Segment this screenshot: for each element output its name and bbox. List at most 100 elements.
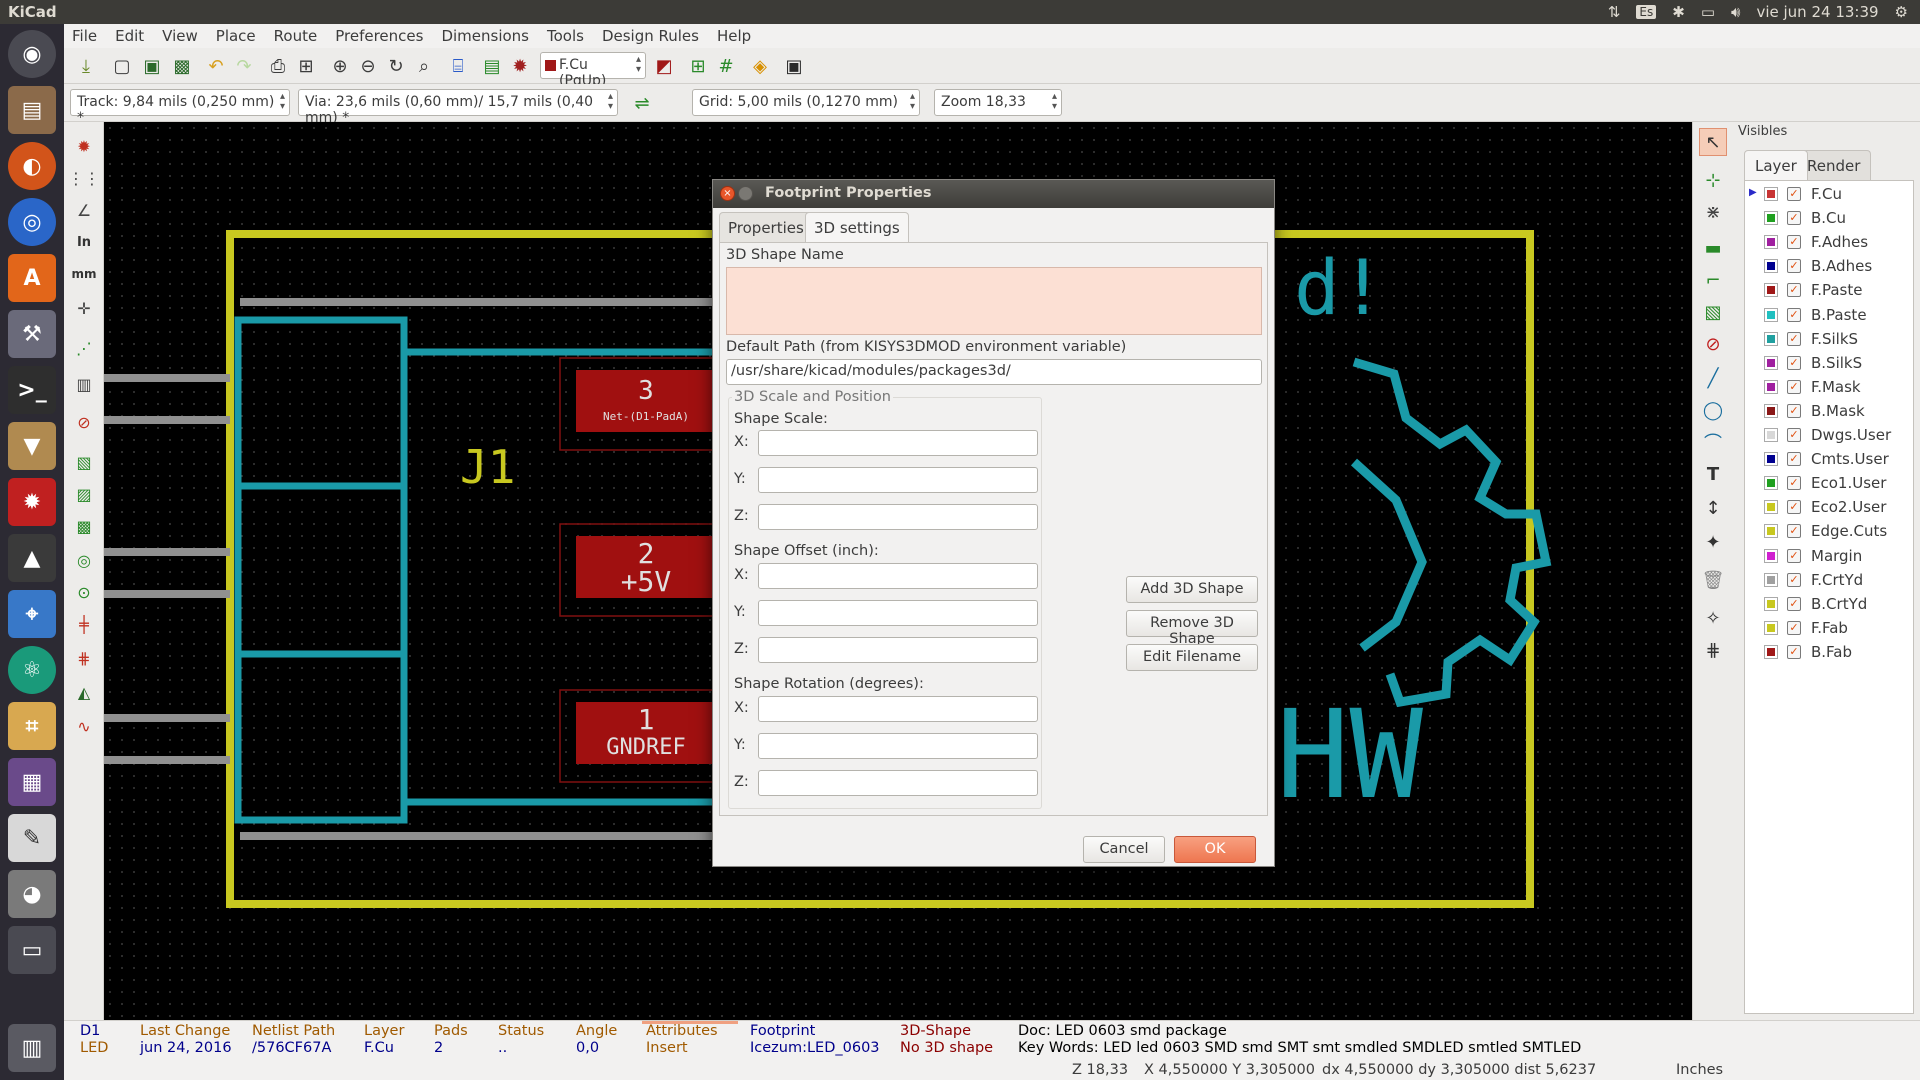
layer-row[interactable]: ✓ Eco1.User [1745,472,1886,494]
default-path-field[interactable]: /usr/share/kicad/modules/packages3d/ [726,359,1262,385]
add-arc-icon[interactable]: ⌒ [1699,428,1727,456]
layer-visibility-checkbox[interactable]: ✓ [1787,187,1801,201]
archive-icon[interactable]: ▼ [8,422,56,470]
library-editor-icon[interactable]: ▣ [138,52,166,80]
layer-visibility-checkbox[interactable]: ✓ [1787,211,1801,226]
layer-visibility-checkbox[interactable]: ✓ [1787,548,1801,563]
trash-icon[interactable]: ▥ [8,1024,56,1072]
remove-3d-shape-button[interactable]: Remove 3D Shape [1126,610,1258,647]
layer-visibility-checkbox[interactable]: ✓ [1787,428,1801,442]
page-settings-icon[interactable]: ▢ [108,52,136,80]
layer-visibility-checkbox[interactable]: ✓ [1787,596,1801,611]
rotation-z-field[interactable] [758,770,1038,796]
layer-color-swatch[interactable] [1764,355,1778,370]
layer-color-swatch[interactable] [1764,548,1778,563]
menu-place[interactable]: Place [216,27,256,45]
layer-visibility-checkbox[interactable]: ✓ [1787,620,1801,635]
kicad-pcbnew-icon[interactable]: ⌗ [8,702,56,750]
layer-color-swatch[interactable] [1764,307,1778,322]
layer-color-swatch[interactable] [1764,187,1778,201]
layer-row[interactable]: ✓ F.Paste [1745,279,1862,301]
layer-row[interactable]: ✓ F.Fab [1745,617,1848,639]
layer-color-swatch[interactable] [1764,379,1778,394]
select-tool-icon[interactable]: ↖ [1699,128,1727,156]
layer-color-swatch[interactable] [1764,403,1778,418]
layer-visibility-checkbox[interactable]: ✓ [1787,524,1801,539]
volume-icon[interactable]: 🔊︎ [1731,3,1740,21]
add-footprint-icon[interactable]: ▬ [1699,234,1727,262]
zone-fill-icon[interactable]: ▩ [70,512,98,540]
microwave-icon[interactable]: ◈ [746,52,774,80]
layer-color-swatch[interactable] [1764,428,1778,442]
rotation-y-field[interactable] [758,733,1038,759]
zoom-in-icon[interactable]: ⊕ [326,52,354,80]
undo-icon[interactable]: ↶ [202,52,230,80]
route-track-icon[interactable]: ⌐ [1699,266,1727,294]
text-editor-icon[interactable]: ✎ [8,814,56,862]
firefox-icon[interactable]: ◐ [8,142,56,190]
layer-color-swatch[interactable] [1764,283,1778,298]
menu-view[interactable]: View [162,27,198,45]
units-mm-icon[interactable]: mm [70,260,98,288]
shape-name-list[interactable] [726,267,1262,335]
layer-row[interactable]: ✓ Dwgs.User [1745,424,1891,446]
zoom-fit-icon[interactable]: ⌕ [410,52,438,80]
auto-delete-track-icon[interactable]: ⊘ [70,408,98,436]
layer-visibility-checkbox[interactable]: ✓ [1787,403,1801,418]
config-icon[interactable]: ✹ [8,478,56,526]
autoroute-icon[interactable]: # [712,52,740,80]
microwave-tools-icon[interactable]: ∿ [70,712,98,740]
print-icon[interactable]: ⎙ [264,52,292,80]
zoom-out-icon[interactable]: ⊖ [354,52,382,80]
layer-visibility-checkbox[interactable]: ✓ [1787,307,1801,322]
layer-color-swatch[interactable] [1764,452,1778,467]
clock[interactable]: vie jun 24 13:39 [1756,3,1878,21]
edit-filename-button[interactable]: Edit Filename [1126,644,1258,671]
grid-toggle-icon[interactable]: ⋮⋮ [68,164,100,192]
keepout-icon[interactable]: ⊘ [1699,330,1727,358]
gear-icon[interactable]: ⚙ [1895,3,1908,21]
add-circle-icon[interactable]: ◯ [1699,396,1727,424]
drc-icon[interactable]: ✹ [506,52,534,80]
layer-visibility-checkbox[interactable]: ✓ [1787,644,1801,659]
layer-row[interactable]: ✓ B.CrtYd [1745,593,1867,615]
via-sketch-icon[interactable]: ⊙ [70,578,98,606]
pad-sketch-icon[interactable]: ◎ [70,546,98,574]
layer-color-swatch[interactable] [1764,331,1778,346]
netlist-icon[interactable]: ▤ [478,52,506,80]
add-3d-shape-button[interactable]: Add 3D Shape [1126,576,1258,603]
menu-route[interactable]: Route [274,27,318,45]
tab-layer[interactable]: Layer [1744,150,1808,180]
polar-coords-icon[interactable]: ∠ [70,196,98,224]
battery-icon[interactable]: ▭ [1701,3,1715,21]
add-zone-icon[interactable]: ▧ [1699,298,1727,326]
layer-visibility-checkbox[interactable]: ✓ [1787,283,1801,298]
menu-design-rules[interactable]: Design Rules [602,27,699,45]
find-icon[interactable]: ⌸ [444,52,472,80]
layer-visibility-checkbox[interactable]: ✓ [1787,452,1801,467]
layer-visibility-checkbox[interactable]: ✓ [1787,476,1801,491]
units-inch-icon[interactable]: In [70,228,98,256]
gimp-icon[interactable]: ◕ [8,870,56,918]
files-icon[interactable]: ▤ [8,86,56,134]
keyboard-layout-indicator[interactable]: Es [1636,5,1657,19]
layer-color-swatch[interactable] [1764,644,1778,659]
scale-y-field[interactable] [758,467,1038,493]
library-browser-icon[interactable]: ▩ [168,52,196,80]
zone-show-icon[interactable]: ▧ [70,448,98,476]
track-sketch-icon[interactable]: ╪ [70,610,98,638]
menu-preferences[interactable]: Preferences [335,27,423,45]
layer-select-dropdown[interactable]: F.Cu (PgUp) ▴ ▾ [540,52,646,89]
maps-icon[interactable]: ⌖ [8,590,56,638]
scale-z-field[interactable] [758,504,1038,530]
tab-3d-settings[interactable]: 3D settings [805,212,909,242]
add-line-icon[interactable]: ╱ [1699,364,1727,392]
tab-properties[interactable]: Properties [719,212,813,242]
chromium-icon[interactable]: ◎ [8,198,56,246]
layer-color-swatch[interactable] [1764,259,1778,274]
layer-row[interactable]: ✓ F.Mask [1745,376,1861,398]
drc-off-icon[interactable]: ✹ [70,132,98,160]
layer-row[interactable]: ✓ B.Fab [1745,641,1852,663]
network-icon[interactable]: ⇅ [1608,3,1621,21]
layer-visibility-checkbox[interactable]: ✓ [1787,572,1801,587]
